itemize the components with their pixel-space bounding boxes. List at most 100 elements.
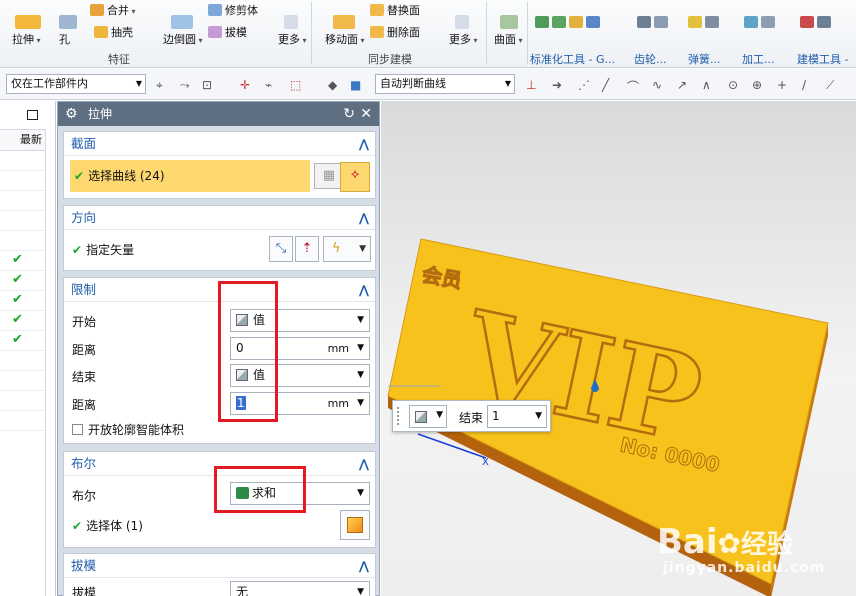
draft-select[interactable]: 无 ▼ [230, 581, 370, 596]
body-icon [347, 517, 363, 533]
spring-tool-icons[interactable] [688, 16, 722, 29]
collapse-icon[interactable]: ⋀ [359, 132, 369, 156]
select-body-button[interactable] [340, 510, 370, 540]
group-label[interactable]: 建模工具 - G... [797, 51, 856, 67]
pick-icon[interactable]: ⌁ [265, 78, 272, 92]
delete-face-button[interactable]: 删除面 [370, 24, 420, 40]
open-profile-checkbox-row[interactable]: 开放轮廓智能体积 [72, 421, 184, 438]
list-item[interactable] [0, 151, 45, 171]
move-face-button[interactable]: 移动面 [325, 15, 365, 47]
list-item[interactable]: ✔ [0, 291, 45, 311]
list-item[interactable] [0, 371, 45, 391]
list-item[interactable] [0, 391, 45, 411]
list-item[interactable]: ✔ [0, 311, 45, 331]
checkbox[interactable] [72, 424, 83, 435]
column-header-latest[interactable]: 最新 [0, 129, 45, 151]
list-item[interactable] [0, 171, 45, 191]
end-value-mini-input[interactable]: 1 ▼ [487, 405, 547, 428]
draft-button[interactable]: 拔模 [208, 24, 247, 40]
trim-body-button[interactable]: 修剪体 [208, 2, 258, 18]
follow-fillet-icon[interactable]: ➜ [552, 78, 562, 92]
group-label[interactable]: 标准化工具 - G... [530, 51, 615, 67]
arc-icon[interactable]: ⌒ [627, 78, 639, 95]
maximize-icon[interactable] [27, 110, 38, 120]
feature-icon[interactable]: ◆ [328, 78, 337, 92]
more-features-button[interactable]: 更多 [278, 15, 307, 47]
gear-tool-icons[interactable] [637, 16, 671, 29]
body-icon[interactable]: ■ [350, 78, 361, 92]
modeling-tool-icons[interactable] [800, 16, 834, 29]
section-header[interactable]: 方向 ⋀ [64, 206, 375, 230]
reverse-direction-button[interactable]: ⤡ [269, 236, 293, 262]
collapse-icon[interactable]: ⋀ [359, 206, 369, 230]
annotation-box-boolean [214, 466, 306, 513]
machining-tool-icons[interactable] [744, 16, 778, 29]
replace-face-button[interactable]: 替换面 [370, 2, 420, 18]
group-label[interactable]: 弹簧... [688, 51, 721, 67]
list-item[interactable]: ✔ [0, 331, 45, 351]
vector-dialog-button[interactable]: ⇡ [295, 236, 319, 262]
graphics-viewport[interactable]: X 会员 VIP No: 0000 Bai✿经验 jingyan.baidu.c… [381, 101, 856, 596]
curve-icon[interactable]: ∿ [652, 78, 662, 92]
tangent-icon[interactable]: ↗ [677, 78, 687, 92]
select-curve-row[interactable]: ✔ 选择曲线 (24) [70, 160, 310, 192]
close-icon[interactable]: ✕ [360, 102, 372, 126]
center-icon[interactable]: ⊕ [752, 78, 762, 92]
delete-face-icon [370, 26, 384, 38]
chevron-down-icon: ▼ [357, 370, 364, 380]
box-select-icon[interactable]: ⬚ [290, 78, 301, 92]
list-item[interactable] [0, 191, 45, 211]
group-label[interactable]: 齿轮... [634, 51, 667, 67]
edge-blend-button[interactable]: 边倒圆 [163, 15, 203, 47]
curve-pick-button[interactable]: ⟡ [340, 162, 370, 192]
circle-icon[interactable]: ⊙ [728, 78, 738, 92]
section-header[interactable]: 截面 ⋀ [64, 132, 375, 156]
list-item[interactable] [0, 411, 45, 431]
line-icon[interactable]: ╱ [602, 78, 609, 92]
path-icon[interactable]: ⋰ [578, 78, 590, 92]
surface-button[interactable]: 曲面 [494, 15, 523, 47]
extrude-button[interactable]: 拉伸 [12, 15, 41, 47]
group-label[interactable]: 加工... [742, 51, 775, 67]
gear-icon[interactable]: ⚙ [65, 102, 78, 126]
draft-label: 拔模 [72, 586, 97, 596]
chevron-down-icon: ▼ [535, 411, 542, 421]
collapse-icon[interactable]: ⋀ [359, 278, 369, 302]
std-tool-icons[interactable] [535, 16, 603, 29]
part-navigator: 最新 ✔ ✔ ✔ ✔ ✔ [0, 101, 56, 596]
vector-type-select[interactable]: ϟ ▼ [323, 236, 371, 262]
move-face-icon [333, 15, 355, 29]
diagonal-icon[interactable]: ⟋ [826, 78, 834, 93]
curve-rule-select[interactable]: 自动判断曲线 ▼ [375, 74, 515, 94]
group-separator [486, 2, 487, 64]
slash-icon[interactable]: ∕ [802, 78, 806, 92]
angle-icon[interactable]: ∧ [702, 78, 711, 92]
select-icon[interactable]: ⌖ [156, 78, 163, 93]
collapse-icon[interactable]: ⋀ [359, 452, 369, 476]
snap-icon[interactable]: ⤳ [180, 78, 190, 93]
collapse-icon[interactable]: ⋀ [359, 554, 369, 578]
check-icon: ✔ [72, 519, 83, 533]
list-item[interactable]: ✔ [0, 271, 45, 291]
filter-icon[interactable]: ⊡ [202, 78, 212, 92]
plus-icon[interactable]: + [777, 78, 787, 92]
shell-button[interactable]: 抽壳 [94, 24, 133, 40]
list-item[interactable] [0, 231, 45, 251]
section-header[interactable]: 拔模 ⋀ [64, 554, 375, 578]
list-item[interactable] [0, 211, 45, 231]
list-item[interactable]: ✔ [0, 251, 45, 271]
type-filter-select[interactable]: 仅在工作部件内 ▼ [6, 74, 146, 94]
spring-icon [705, 16, 719, 28]
column-divider [45, 129, 46, 596]
hole-button[interactable]: 孔 [59, 15, 77, 47]
chevron-down-icon: ▼ [357, 315, 364, 325]
unite-button[interactable]: 合并 [90, 2, 136, 18]
drag-handle[interactable] [397, 407, 401, 425]
stop-at-intersection-icon[interactable]: ⊥ [526, 78, 536, 92]
reset-icon[interactable]: ↻ [343, 102, 355, 126]
tool-icon [535, 16, 549, 28]
list-item[interactable] [0, 351, 45, 371]
end-type-mini-select[interactable]: ▼ [409, 405, 447, 428]
snap-point-icon[interactable]: ✛ [240, 78, 250, 92]
more-sync-button[interactable]: 更多 [449, 15, 478, 47]
